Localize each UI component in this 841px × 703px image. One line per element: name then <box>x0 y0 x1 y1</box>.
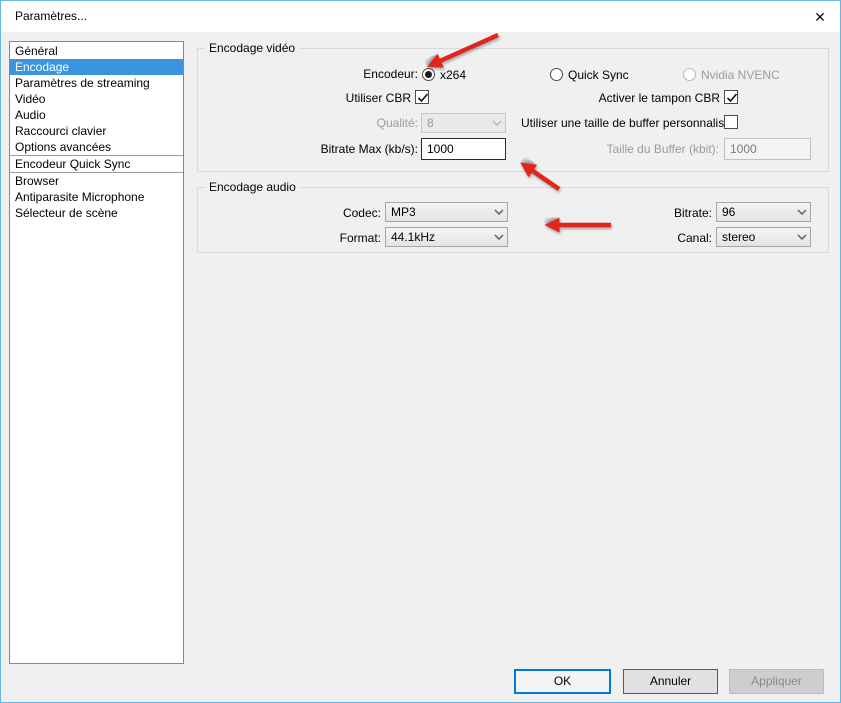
ok-button[interactable]: OK <box>514 669 611 694</box>
cbr-buffer-checkbox[interactable] <box>724 90 738 104</box>
chevron-down-icon <box>794 209 810 215</box>
encoder-label: Encodeur: <box>301 67 418 82</box>
title-bar: Paramètres... ✕ <box>1 1 840 32</box>
close-icon[interactable]: ✕ <box>808 7 832 27</box>
buffer-size-input <box>724 138 811 160</box>
window-title: Paramètres... <box>15 9 87 23</box>
settings-category-list: Général Encodage Paramètres de streaming… <box>9 41 184 664</box>
radio-nvidia-nvenc: Nvidia NVENC <box>683 67 780 82</box>
sidebar-item-streaming[interactable]: Paramètres de streaming <box>10 75 183 91</box>
bitrate-value: 96 <box>717 203 794 221</box>
cancel-button[interactable]: Annuler <box>623 669 718 694</box>
quality-label: Qualité: <box>301 116 418 131</box>
bitrate-label: Bitrate: <box>632 206 712 221</box>
radio-nvidia-nvenc-label: Nvidia NVENC <box>701 68 780 82</box>
codec-value: MP3 <box>386 203 491 221</box>
settings-dialog: Paramètres... ✕ Général Encodage Paramèt… <box>0 0 841 703</box>
sidebar-item-antiparasite[interactable]: Antiparasite Microphone <box>10 189 183 205</box>
codec-label: Codec: <box>301 206 381 221</box>
radio-quick-sync[interactable]: Quick Sync <box>550 67 629 82</box>
sidebar-item-encodage[interactable]: Encodage <box>10 59 183 75</box>
radio-nvidia-nvenc-icon <box>683 68 696 81</box>
sidebar-item-audio[interactable]: Audio <box>10 107 183 123</box>
apply-button: Appliquer <box>729 669 824 694</box>
video-group-title: Encodage vidéo <box>205 41 299 56</box>
format-label: Format: <box>301 231 381 246</box>
bitrate-dropdown[interactable]: 96 <box>716 202 811 222</box>
sidebar-item-selecteur-scene[interactable]: Sélecteur de scène <box>10 205 183 221</box>
sidebar-item-general[interactable]: Général <box>10 43 183 59</box>
sidebar-item-video[interactable]: Vidéo <box>10 91 183 107</box>
checkmark-icon <box>725 91 739 105</box>
channel-value: stereo <box>717 228 794 246</box>
sidebar-item-browser[interactable]: Browser <box>10 173 183 189</box>
codec-dropdown[interactable]: MP3 <box>385 202 508 222</box>
quality-value: 8 <box>422 114 489 132</box>
format-dropdown[interactable]: 44.1kHz <box>385 227 508 247</box>
sidebar-item-encodeur-quick-sync[interactable]: Encodeur Quick Sync <box>10 155 183 173</box>
sidebar-item-raccourci[interactable]: Raccourci clavier <box>10 123 183 139</box>
radio-x264-icon <box>422 68 435 81</box>
cbr-buffer-label: Activer le tampon CBR <box>561 91 720 106</box>
radio-quick-sync-icon <box>550 68 563 81</box>
radio-quick-sync-label: Quick Sync <box>568 68 629 82</box>
quality-dropdown: 8 <box>421 113 506 133</box>
radio-x264[interactable]: x264 <box>422 67 466 82</box>
max-bitrate-label: Bitrate Max (kb/s): <box>281 142 418 157</box>
custom-buffer-label: Utiliser une taille de buffer personnali… <box>521 116 720 131</box>
chevron-down-icon <box>794 234 810 240</box>
chevron-down-icon <box>491 234 507 240</box>
custom-buffer-checkbox[interactable] <box>724 115 738 129</box>
buffer-size-label: Taille du Buffer (kbit): <box>581 142 719 157</box>
checkmark-icon <box>416 91 430 105</box>
chevron-down-icon <box>491 209 507 215</box>
audio-group-title: Encodage audio <box>205 180 300 195</box>
channel-label: Canal: <box>632 231 712 246</box>
max-bitrate-input[interactable] <box>421 138 506 160</box>
radio-x264-label: x264 <box>440 68 466 82</box>
channel-dropdown[interactable]: stereo <box>716 227 811 247</box>
use-cbr-checkbox[interactable] <box>415 90 429 104</box>
sidebar-item-options-avancees[interactable]: Options avancées <box>10 139 183 155</box>
chevron-down-icon <box>489 120 505 126</box>
use-cbr-label: Utiliser CBR <box>301 91 411 106</box>
format-value: 44.1kHz <box>386 228 491 246</box>
